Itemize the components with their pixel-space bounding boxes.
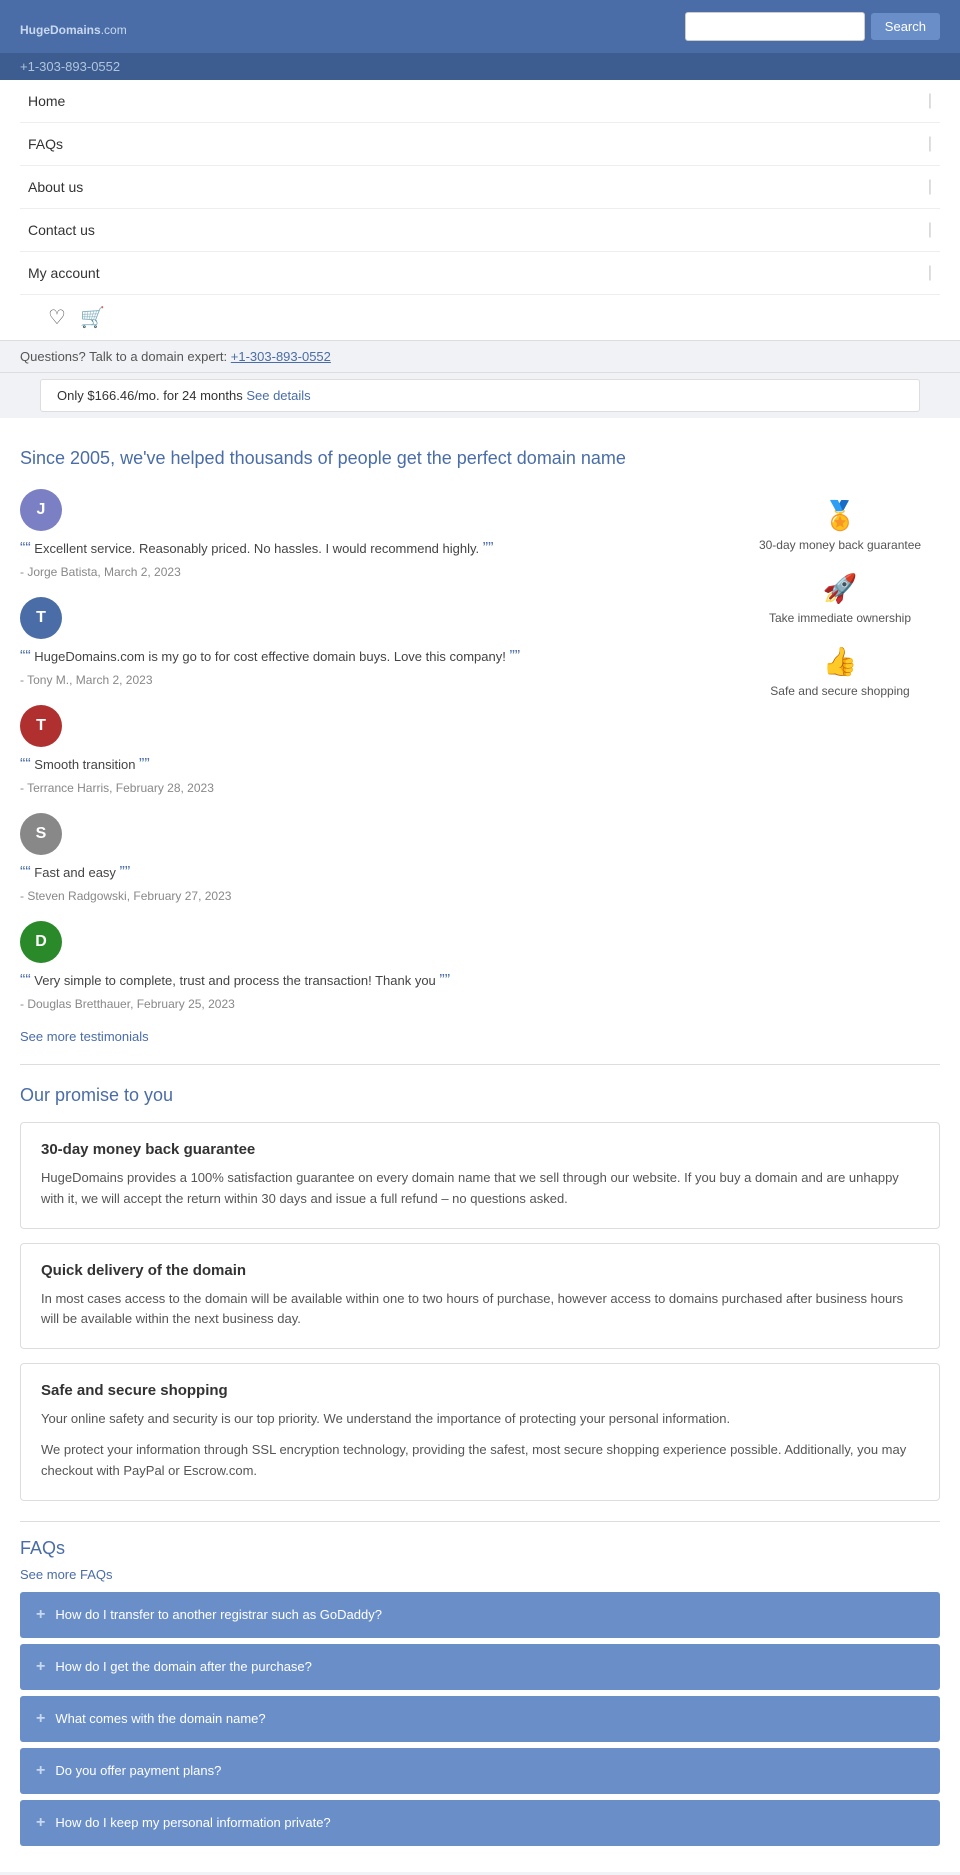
faq-label-2: How do I get the domain after the purcha… (55, 1659, 312, 1674)
testimonial-author-1: - Jorge Batista, March 2, 2023 (20, 565, 720, 579)
section-title: Since 2005, we've helped thousands of pe… (20, 448, 940, 469)
nav-divider: | (928, 135, 932, 153)
promise-card-3: Safe and secure shopping Your online saf… (20, 1363, 940, 1500)
nav-divider: | (928, 92, 932, 110)
logo: HugeDomains.com (20, 14, 127, 40)
search-button[interactable]: Search (871, 13, 940, 40)
nav-item-account[interactable]: My account | (20, 252, 940, 295)
faq-plus-icon-2: + (36, 1658, 45, 1676)
promo-text: Only $166.46/mo. for 24 months (57, 388, 246, 403)
faq-label-1: How do I transfer to another registrar s… (55, 1607, 382, 1622)
testimonials-section: J Excellent service. Reasonably priced. … (20, 489, 940, 1064)
faq-item-3[interactable]: + What comes with the domain name? (20, 1696, 940, 1742)
nav-divider: | (928, 221, 932, 239)
testimonial-text-1: Excellent service. Reasonably priced. No… (20, 537, 720, 561)
faq-label-4: Do you offer payment plans? (55, 1763, 221, 1778)
testimonial-text-2: HugeDomains.com is my go to for cost eff… (20, 645, 720, 669)
faq-plus-icon-3: + (36, 1710, 45, 1728)
testimonial-text-4: Fast and easy (20, 861, 720, 885)
promise-card-1: 30-day money back guarantee HugeDomains … (20, 1122, 940, 1229)
testimonial-author-4: - Steven Radgowski, February 27, 2023 (20, 889, 720, 903)
guarantee-1: 🏅 30-day money back guarantee (740, 499, 940, 552)
promise-card-text-3-1: Your online safety and security is our t… (41, 1409, 919, 1430)
header: HugeDomains.com Search (0, 0, 960, 53)
promise-card-2: Quick delivery of the domain In most cas… (20, 1243, 940, 1350)
guarantee-text-2: Take immediate ownership (769, 611, 911, 625)
avatar-4: S (20, 813, 62, 855)
testimonial-text-5: Very simple to complete, trust and proce… (20, 969, 720, 993)
faq-plus-icon-4: + (36, 1762, 45, 1780)
faq-item-5[interactable]: + How do I keep my personal information … (20, 1800, 940, 1846)
testimonial-2: T HugeDomains.com is my go to for cost e… (20, 597, 720, 687)
main-content: Since 2005, we've helped thousands of pe… (0, 418, 960, 1872)
promo-bar-container: Only $166.46/mo. for 24 months See detai… (0, 373, 960, 418)
faq-item-2[interactable]: + How do I get the domain after the purc… (20, 1644, 940, 1690)
separator-2 (20, 1521, 940, 1522)
guarantee-2: 🚀 Take immediate ownership (740, 572, 940, 625)
see-more-faqs[interactable]: See more FAQs (20, 1567, 940, 1582)
promo-link[interactable]: See details (246, 388, 310, 403)
questions-bar: Questions? Talk to a domain expert: +1-3… (0, 341, 960, 373)
questions-phone[interactable]: +1-303-893-0552 (231, 349, 331, 364)
questions-text: Questions? Talk to a domain expert: (20, 349, 231, 364)
nav-item-faqs[interactable]: FAQs | (20, 123, 940, 166)
promise-card-text-1: HugeDomains provides a 100% satisfaction… (41, 1168, 919, 1210)
logo-text: HugeDomains (20, 23, 101, 37)
navigation: Home | FAQs | About us | Contact us | My… (0, 80, 960, 341)
separator-1 (20, 1064, 940, 1065)
phone-bar: +1-303-893-0552 (0, 53, 960, 80)
faq-section: FAQs See more FAQs + How do I transfer t… (20, 1521, 940, 1846)
nav-icons: ♡ 🛒 (20, 295, 940, 340)
money-back-icon: 🏅 (823, 499, 858, 532)
testimonial-4: S Fast and easy - Steven Radgowski, Febr… (20, 813, 720, 903)
faq-plus-icon-5: + (36, 1814, 45, 1832)
testimonial-author-5: - Douglas Bretthauer, February 25, 2023 (20, 997, 720, 1011)
promo-bar: Only $166.46/mo. for 24 months See detai… (40, 379, 920, 412)
promise-card-title-2: Quick delivery of the domain (41, 1262, 919, 1279)
guarantee-text-1: 30-day money back guarantee (759, 538, 921, 552)
logo-com: .com (101, 23, 127, 37)
wishlist-icon[interactable]: ♡ (48, 305, 66, 330)
promise-card-text-3-2: We protect your information through SSL … (41, 1440, 919, 1482)
guarantee-3: 👍 Safe and secure shopping (740, 645, 940, 698)
see-more-testimonials[interactable]: See more testimonials (20, 1029, 720, 1044)
guarantee-text-3: Safe and secure shopping (770, 684, 909, 698)
avatar-3: T (20, 705, 62, 747)
cart-icon[interactable]: 🛒 (80, 305, 105, 330)
secure-shopping-icon: 👍 (823, 645, 858, 678)
testimonials-list: J Excellent service. Reasonably priced. … (20, 489, 720, 1064)
ownership-icon: 🚀 (823, 572, 858, 605)
guarantees-list: 🏅 30-day money back guarantee 🚀 Take imm… (740, 489, 940, 1064)
testimonial-author-3: - Terrance Harris, February 28, 2023 (20, 781, 720, 795)
promise-title: Our promise to you (20, 1085, 940, 1106)
nav-item-home[interactable]: Home | (20, 80, 940, 123)
testimonial-1: J Excellent service. Reasonably priced. … (20, 489, 720, 579)
testimonial-3: T Smooth transition - Terrance Harris, F… (20, 705, 720, 795)
faq-label-5: How do I keep my personal information pr… (55, 1815, 330, 1830)
search-bar: Search (685, 12, 940, 41)
faq-item-1[interactable]: + How do I transfer to another registrar… (20, 1592, 940, 1638)
promise-card-title-1: 30-day money back guarantee (41, 1141, 919, 1158)
search-input[interactable] (685, 12, 865, 41)
testimonial-text-3: Smooth transition (20, 753, 720, 777)
testimonial-5: D Very simple to complete, trust and pro… (20, 921, 720, 1011)
phone-number: +1-303-893-0552 (20, 59, 120, 74)
faq-item-4[interactable]: + Do you offer payment plans? (20, 1748, 940, 1794)
faq-title: FAQs (20, 1538, 940, 1559)
nav-item-about[interactable]: About us | (20, 166, 940, 209)
nav-item-contact[interactable]: Contact us | (20, 209, 940, 252)
avatar-2: T (20, 597, 62, 639)
avatar-5: D (20, 921, 62, 963)
faq-label-3: What comes with the domain name? (55, 1711, 265, 1726)
testimonial-author-2: - Tony M., March 2, 2023 (20, 673, 720, 687)
nav-divider: | (928, 178, 932, 196)
promise-card-text-2: In most cases access to the domain will … (41, 1289, 919, 1331)
promise-card-title-3: Safe and secure shopping (41, 1382, 919, 1399)
nav-divider: | (928, 264, 932, 282)
avatar-1: J (20, 489, 62, 531)
faq-plus-icon-1: + (36, 1606, 45, 1624)
